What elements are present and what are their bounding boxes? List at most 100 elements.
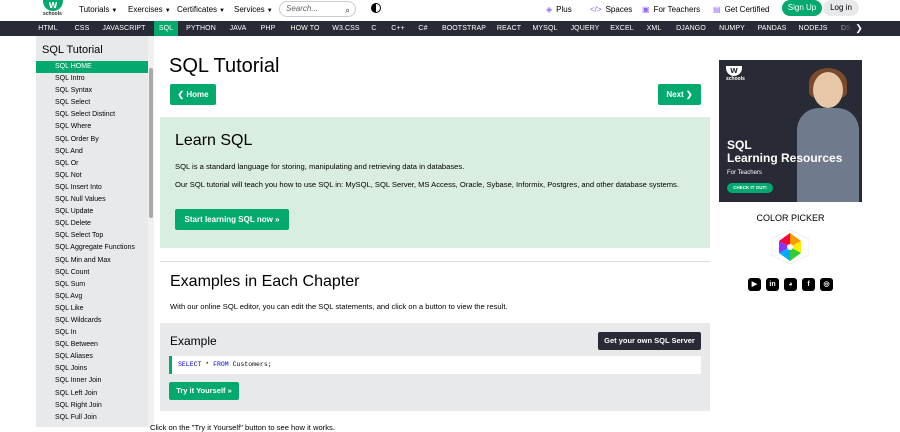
certificates-label: Certificates — [177, 5, 218, 14]
get-certified-link[interactable]: ▤ Get Certified — [713, 3, 769, 17]
nav-xml[interactable]: XML — [644, 21, 664, 36]
nav-excel[interactable]: EXCEL — [610, 21, 634, 36]
sidebar-item[interactable]: SQL Null Values — [36, 194, 148, 206]
nav-pandas[interactable]: PANDAS — [756, 21, 788, 36]
sidebar-item[interactable]: SQL Select Top — [36, 230, 148, 242]
sidebar-item[interactable]: SQL Aggregate Functions — [36, 242, 148, 254]
sidebar-item[interactable]: SQL Where — [36, 121, 148, 133]
start-learning-button[interactable]: Start learning SQL now » — [175, 209, 289, 230]
sidebar-item[interactable]: SQL Joins — [36, 363, 148, 375]
code-example: SELECT * FROM Customers; — [169, 356, 701, 374]
sidebar-item[interactable]: SQL Avg — [36, 291, 148, 303]
nav-bootstrap[interactable]: BOOTSTRAP — [438, 21, 490, 36]
bottom-text: Click on the "Try it Yourself" button to… — [150, 423, 335, 432]
exercises-menu[interactable]: Exercises ▼ — [128, 3, 171, 17]
sidebar-item[interactable]: SQL Delete — [36, 218, 148, 230]
sidebar-item[interactable]: SQL Update — [36, 206, 148, 218]
sidebar-list: SQL HOME SQL Intro SQL Syntax SQL Select… — [36, 61, 148, 424]
certificate-icon: ▤ — [713, 5, 721, 14]
nav-sql[interactable]: SQL — [154, 21, 178, 36]
sidebar-item[interactable]: SQL Aliases — [36, 351, 148, 363]
try-it-yourself-button[interactable]: Try it Yourself » — [169, 382, 239, 400]
search-icon[interactable]: ⌕ — [345, 3, 350, 17]
nav-django[interactable]: DJANGO — [674, 21, 708, 36]
sidebar-item[interactable]: SQL Select — [36, 97, 148, 109]
teacher-photo — [795, 66, 862, 202]
nav-java[interactable]: JAVA — [226, 21, 250, 36]
sidebar-scrollbar[interactable] — [148, 36, 154, 427]
sidebar-item[interactable]: SQL Wildcards — [36, 315, 148, 327]
discord-icon[interactable]: ◕ — [784, 278, 797, 291]
sidebar-item[interactable]: SQL Or — [36, 158, 148, 170]
nav-jquery[interactable]: JQUERY — [569, 21, 601, 36]
scrollbar-thumb[interactable] — [149, 68, 153, 218]
home-button[interactable]: ❮ Home — [170, 84, 216, 105]
nav-react[interactable]: REACT — [495, 21, 523, 36]
sidebar-item[interactable]: SQL And — [36, 146, 148, 158]
next-button[interactable]: Next ❯ — [658, 84, 701, 105]
get-certified-label: Get Certified — [724, 5, 770, 14]
nav-python[interactable]: PYTHON — [184, 21, 218, 36]
search-input[interactable]: Search... ⌕ — [279, 1, 356, 17]
nav-scroll-right-icon[interactable]: ❯ — [853, 21, 865, 36]
ad-title-line1: SQL — [727, 138, 752, 152]
linkedin-icon[interactable]: in — [766, 278, 779, 291]
nav-cpp[interactable]: C++ — [388, 21, 408, 36]
sidebar-item[interactable]: SQL Insert Into — [36, 182, 148, 194]
sidebar-item[interactable]: SQL Not — [36, 170, 148, 182]
nav-php[interactable]: PHP — [257, 21, 279, 36]
sidebar-item-sql-home[interactable]: SQL HOME — [36, 61, 148, 74]
nav-fade — [835, 21, 853, 36]
nav-howto[interactable]: HOW TO — [287, 21, 323, 36]
sidebar-item[interactable]: SQL Left Join — [36, 388, 148, 400]
color-picker-icon[interactable] — [771, 230, 809, 264]
services-menu[interactable]: Services ▼ — [234, 3, 273, 17]
signup-button[interactable]: Sign Up — [782, 0, 822, 16]
sidebar-item[interactable]: SQL Min and Max — [36, 255, 148, 267]
sql-resources-ad[interactable]: W schools SQL Learning Resources For Tea… — [719, 60, 862, 202]
learn-sql-panel: Learn SQL SQL is a standard language for… — [160, 117, 710, 248]
youtube-icon[interactable]: ▶ — [748, 278, 761, 291]
nav-nodejs[interactable]: NODEJS — [797, 21, 829, 36]
facebook-icon[interactable]: f — [802, 278, 815, 291]
sidebar-item[interactable]: SQL Inner Join — [36, 375, 148, 387]
nav-w3css[interactable]: W3.CSS — [331, 21, 361, 36]
logo-word: schools — [43, 11, 62, 17]
nav-html[interactable]: HTML — [36, 21, 60, 36]
sidebar-item[interactable]: SQL Full Join — [36, 412, 148, 424]
sidebar-item[interactable]: SQL Right Join — [36, 400, 148, 412]
nav-csharp[interactable]: C# — [416, 21, 430, 36]
nav-c[interactable]: C — [369, 21, 379, 36]
nav-numpy[interactable]: NUMPY — [717, 21, 747, 36]
nav-css[interactable]: CSS — [70, 21, 94, 36]
sidebar-item[interactable]: SQL Like — [36, 303, 148, 315]
plus-link[interactable]: ◈ Plus — [546, 3, 572, 17]
sidebar-item[interactable]: SQL Select Distinct — [36, 109, 148, 121]
ad-subtitle: For Teachers — [727, 170, 762, 176]
sidebar-item[interactable]: SQL Between — [36, 339, 148, 351]
sidebar-item[interactable]: SQL Count — [36, 267, 148, 279]
nav-mysql[interactable]: MYSQL — [531, 21, 559, 36]
dark-mode-toggle-icon[interactable] — [371, 3, 381, 13]
spaces-link[interactable]: </> Spaces — [590, 3, 632, 17]
login-button[interactable]: Log in — [823, 0, 859, 16]
sidebar-item[interactable]: SQL Sum — [36, 279, 148, 291]
sidebar-item[interactable]: SQL In — [36, 327, 148, 339]
for-teachers-link[interactable]: ▣ For Teachers — [642, 3, 700, 17]
top-bar: W schools Tutorials ▼ Exercises ▼ Certific… — [0, 0, 900, 21]
sidebar-item[interactable]: SQL Order By — [36, 134, 148, 146]
check-it-out-button[interactable]: CHECK IT OUT! — [727, 183, 773, 193]
certificates-menu[interactable]: Certificates ▼ — [177, 3, 225, 17]
tutorials-menu[interactable]: Tutorials ▼ — [79, 3, 117, 17]
sidebar-item[interactable]: SQL Syntax — [36, 85, 148, 97]
social-icons: ▶ in ◕ f ◎ — [747, 278, 837, 292]
code-text: Customers; — [228, 361, 272, 368]
get-sql-server-button[interactable]: Get your own SQL Server — [598, 332, 701, 350]
w3schools-logo[interactable]: W schools — [40, 0, 66, 21]
spaces-label: Spaces — [605, 5, 633, 14]
nav-javascript[interactable]: JAVASCRIPT — [100, 21, 148, 36]
for-teachers-label: For Teachers — [653, 5, 701, 14]
instagram-icon[interactable]: ◎ — [820, 278, 833, 291]
sidebar: SQL Tutorial SQL HOME SQL Intro SQL Synt… — [36, 36, 148, 427]
sidebar-item[interactable]: SQL Intro — [36, 73, 148, 85]
